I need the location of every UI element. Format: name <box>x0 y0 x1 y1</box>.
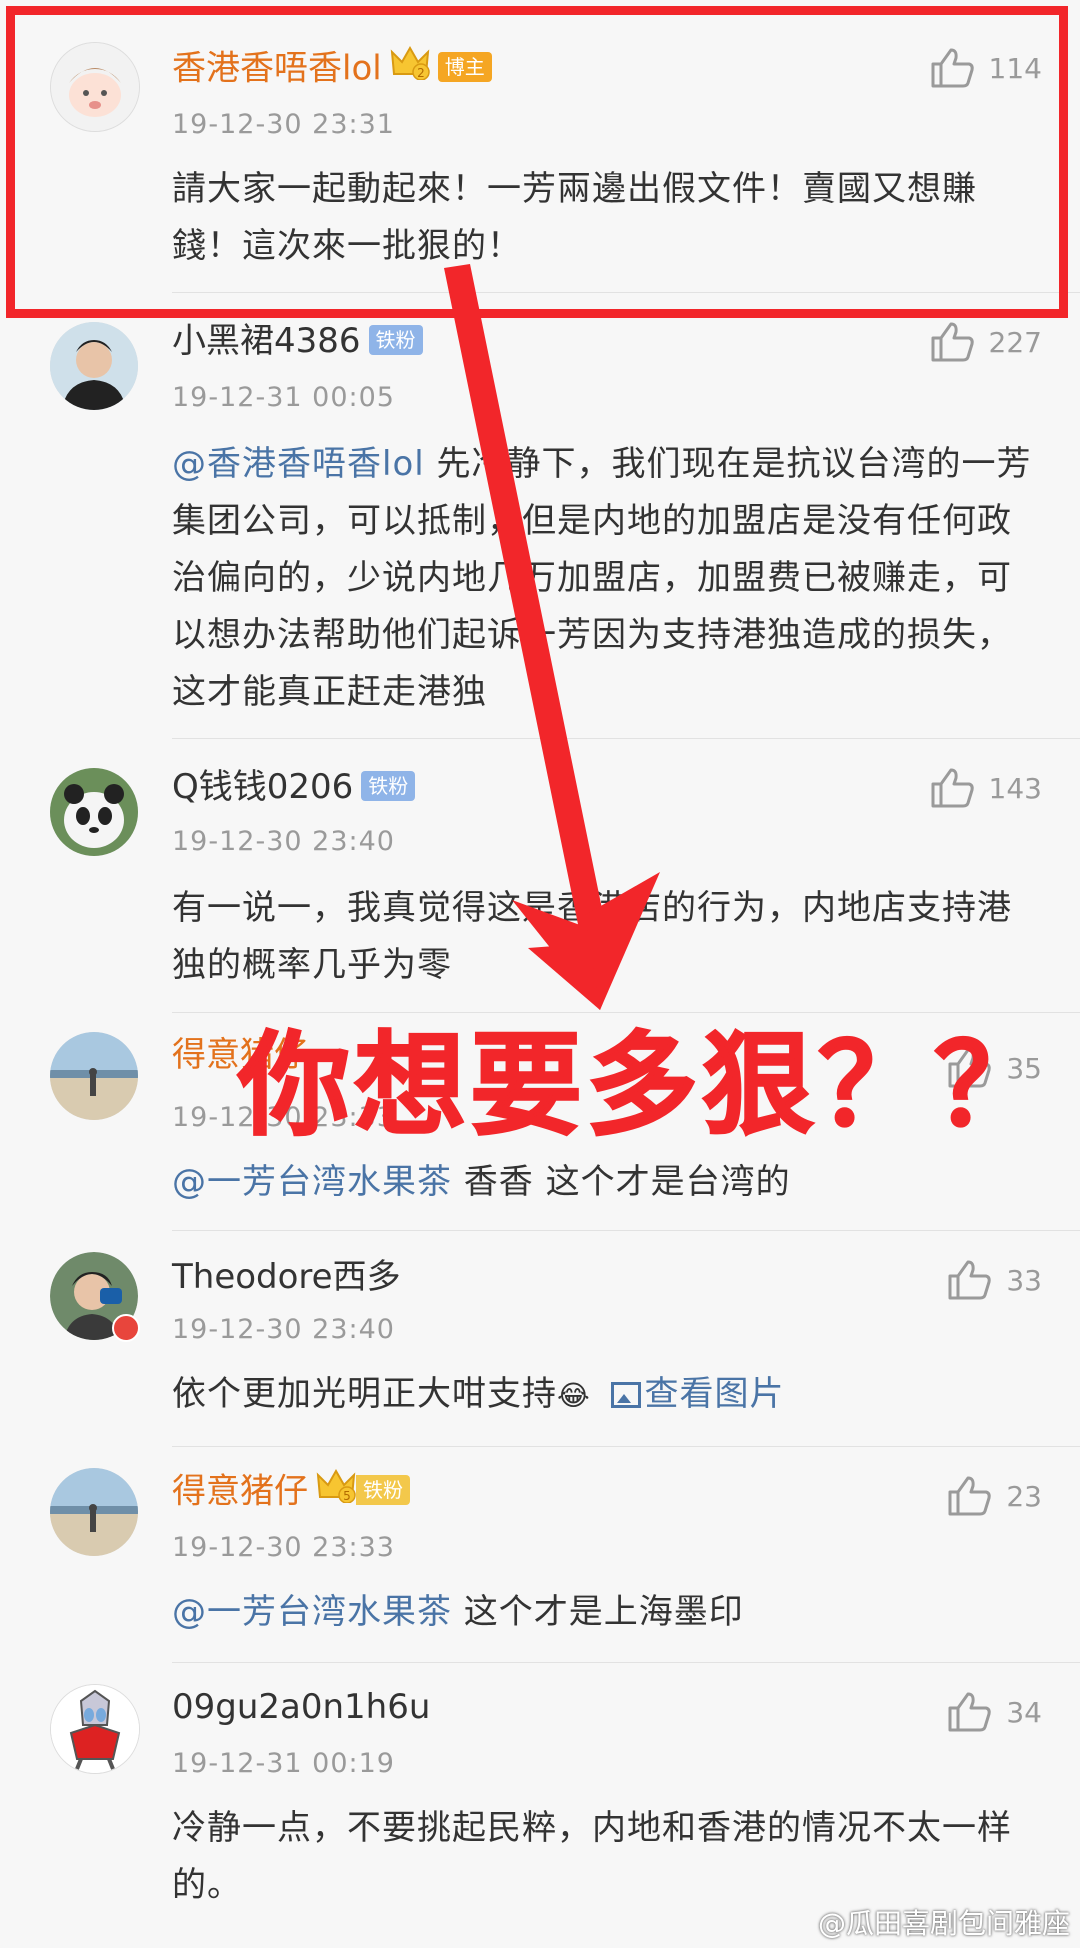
thumbs-up-icon <box>929 46 975 90</box>
like-count: 34 <box>1006 1695 1042 1729</box>
avatar[interactable] <box>50 768 138 856</box>
username[interactable]: Theodore西多 <box>172 1256 401 1298</box>
thumbs-up-icon <box>946 1474 992 1518</box>
comment-text: 有一说一，我真觉得这是香港店的行为，内地店支持港独的概率几乎为零 <box>172 888 1012 985</box>
username[interactable]: 09gu2a0n1h6u <box>172 1686 430 1728</box>
mention-link[interactable]: @一芳台湾水果茶 <box>172 1162 452 1202</box>
username[interactable]: 小黑裙4386 铁粉 <box>172 320 423 362</box>
comment-1: 香港香唔香lol 2 博主 19-12-30 23:31 請大家一起動起來！一芳兩邊… <box>0 0 1080 290</box>
comment-text: 請大家一起動起來！一芳兩邊出假文件！賣國又想賺錢！這次來一批狠的！ <box>172 169 977 266</box>
username-text[interactable]: 香港香唔香lol <box>172 49 382 89</box>
like-button[interactable]: 227 <box>929 320 1042 364</box>
image-icon <box>610 1382 641 1408</box>
comment-body: 先冷静下，我们现在是抗议台湾的一芳集团公司，可以抵制，但是内地的加盟店是没有任何… <box>172 444 1032 712</box>
avatar[interactable] <box>50 1252 140 1342</box>
username[interactable]: 香港香唔香lol 2 博主 <box>172 44 492 93</box>
host-badge: 博主 <box>437 52 492 82</box>
comment-body: 这个才是上海墨印 <box>452 1592 744 1632</box>
like-button[interactable]: 114 <box>929 46 1042 90</box>
fan-badge: 铁粉 <box>361 770 416 801</box>
overlay-caption: 你想要多狠？？ <box>237 1020 1050 1152</box>
avatar[interactable] <box>50 1684 140 1774</box>
thumbs-up-icon <box>929 766 975 810</box>
timestamp: 19-12-30 23:33 <box>172 1532 395 1563</box>
laughing-emoji-icon: 😂 <box>557 1379 591 1412</box>
like-count: 23 <box>1006 1479 1042 1513</box>
crown-icon: 5 <box>316 1467 356 1513</box>
crown-icon: 2 <box>390 44 430 90</box>
avatar[interactable] <box>50 42 140 132</box>
svg-text:2: 2 <box>417 66 425 80</box>
avatar[interactable] <box>50 1468 138 1556</box>
comment-5: Theodore西多 19-12-30 23:40 依个更加光明正大咁支持😂 查… <box>0 1230 1080 1446</box>
username-text[interactable]: 得意猪仔 <box>172 1472 308 1512</box>
comment-text: @一芳台湾水果茶 这个才是上海墨印 <box>172 1584 1032 1641</box>
like-count: 227 <box>988 325 1042 359</box>
username-text[interactable]: 09gu2a0n1h6u <box>172 1687 430 1727</box>
thumbs-up-icon <box>929 320 975 364</box>
like-button[interactable]: 23 <box>946 1474 1042 1518</box>
comment-6: 得意猪仔 5 铁粉 19-12-30 23:33 @一芳台湾水果茶 这个才是上海墨印… <box>0 1446 1080 1662</box>
verified-icon <box>112 1314 140 1342</box>
view-image-label[interactable]: 查看图片 <box>645 1374 785 1414</box>
comment-text: @一芳台湾水果茶 香香 这个才是台湾的 <box>172 1154 1032 1211</box>
thumbs-up-icon <box>946 1690 992 1734</box>
username-text[interactable]: Theodore西多 <box>172 1257 401 1297</box>
fan-badge: 铁粉 <box>368 324 423 355</box>
like-count: 33 <box>1006 1263 1042 1297</box>
comment-2: 小黑裙4386 铁粉 19-12-31 00:05 @香港香唔香lol 先冷静下，… <box>0 292 1080 740</box>
timestamp: 19-12-30 23:40 <box>172 826 395 857</box>
comment-text: @香港香唔香lol 先冷静下，我们现在是抗议台湾的一芳集团公司，可以抵制，但是内… <box>172 436 1032 721</box>
like-count: 143 <box>988 771 1042 805</box>
like-count: 114 <box>988 51 1042 85</box>
thumbs-up-icon <box>946 1258 992 1302</box>
comment-body: 香香 这个才是台湾的 <box>452 1162 791 1202</box>
timestamp: 19-12-30 23:40 <box>172 1314 395 1345</box>
comment-text: 依个更加光明正大咁支持😂 查看图片 <box>172 1366 1032 1424</box>
mention-link[interactable]: @一芳台湾水果茶 <box>172 1592 452 1632</box>
comment-body: 依个更加光明正大咁支持 <box>172 1374 557 1414</box>
timestamp: 19-12-30 23:31 <box>172 109 395 140</box>
like-button[interactable]: 143 <box>929 766 1042 810</box>
svg-text:5: 5 <box>343 1489 351 1503</box>
comment-text: 冷静一点，不要挑起民粹，内地和香港的情况不太一样的。 <box>172 1808 1012 1905</box>
view-image-link[interactable]: 查看图片 <box>603 1374 785 1414</box>
avatar[interactable] <box>50 1032 138 1120</box>
avatar[interactable] <box>50 322 138 410</box>
mention-link[interactable]: @香港香唔香lol <box>172 444 425 484</box>
like-button[interactable]: 33 <box>946 1258 1042 1302</box>
like-button[interactable]: 34 <box>946 1690 1042 1734</box>
watermark: @瓜田喜剧包间雅座 <box>817 1907 1070 1940</box>
username[interactable]: Q钱钱0206 铁粉 <box>172 766 416 808</box>
username-text[interactable]: 小黑裙4386 <box>172 321 361 361</box>
username[interactable]: 得意猪仔 5 铁粉 <box>172 1467 410 1516</box>
comment-3: Q钱钱0206 铁粉 19-12-30 23:40 有一说一，我真觉得这是香港店的… <box>0 738 1080 1012</box>
username-text[interactable]: Q钱钱0206 <box>172 767 353 807</box>
timestamp: 19-12-31 00:05 <box>172 382 395 413</box>
timestamp: 19-12-31 00:19 <box>172 1748 395 1779</box>
fan-badge: 铁粉 <box>356 1475 410 1505</box>
